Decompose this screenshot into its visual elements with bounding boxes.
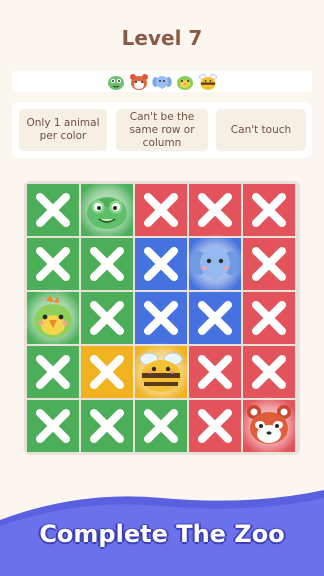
board-cell[interactable]: [243, 346, 295, 398]
elephant-icon: [152, 75, 172, 89]
x-mark-icon: [144, 193, 178, 227]
board-cell[interactable]: [189, 184, 241, 236]
x-mark-icon: [36, 409, 70, 443]
board-cell[interactable]: [135, 238, 187, 290]
board-cell[interactable]: [77, 180, 137, 240]
x-mark-icon: [252, 301, 286, 335]
x-mark-icon: [198, 193, 232, 227]
board-cell[interactable]: [81, 400, 133, 452]
level-title: Level 7: [121, 26, 203, 50]
x-mark-icon: [252, 193, 286, 227]
board-cell[interactable]: [27, 238, 79, 290]
board-cell[interactable]: [81, 292, 133, 344]
board-cell[interactable]: [239, 396, 299, 456]
red-panda-icon: [247, 405, 291, 444]
board-cell[interactable]: [243, 184, 295, 236]
x-mark-icon: [198, 301, 232, 335]
rule-card-cant-touch: Can't touch: [216, 109, 306, 151]
board-cell[interactable]: [189, 400, 241, 452]
chameleon-icon: [108, 75, 124, 90]
board-cell[interactable]: [243, 292, 295, 344]
red-panda-icon: [130, 73, 148, 90]
board-cell[interactable]: [135, 400, 187, 452]
x-mark-icon: [198, 409, 232, 443]
board-cell[interactable]: [243, 238, 295, 290]
rule-card-no-same-row-column: Can't be the same row or column: [116, 109, 208, 151]
board-cell[interactable]: [189, 346, 241, 398]
board-cell[interactable]: [81, 346, 133, 398]
board-cell[interactable]: [131, 342, 191, 402]
board-cell[interactable]: [185, 234, 245, 294]
x-mark-icon: [90, 355, 124, 389]
x-mark-icon: [252, 355, 286, 389]
x-mark-icon: [252, 247, 286, 281]
rules-panel: Only 1 animal per color Can't be the sam…: [12, 102, 312, 158]
x-mark-icon: [144, 301, 178, 335]
rule-card-one-per-color: Only 1 animal per color: [19, 109, 107, 151]
board-cell[interactable]: [81, 238, 133, 290]
animal-progress-bar: [12, 71, 312, 92]
board-cell[interactable]: [189, 292, 241, 344]
parrot-icon: [177, 75, 193, 90]
x-mark-icon: [90, 409, 124, 443]
board-cell[interactable]: [27, 400, 79, 452]
x-mark-icon: [36, 193, 70, 227]
x-mark-icon: [36, 247, 70, 281]
board-cell[interactable]: [135, 292, 187, 344]
x-mark-icon: [90, 301, 124, 335]
elephant-icon: [191, 248, 239, 281]
board-cell[interactable]: [135, 184, 187, 236]
footer-title: Complete The Zoo: [39, 520, 285, 548]
chameleon-icon: [87, 197, 127, 229]
x-mark-icon: [36, 355, 70, 389]
board-cell[interactable]: [27, 346, 79, 398]
x-mark-icon: [198, 355, 232, 389]
x-mark-icon: [144, 409, 178, 443]
board-cell[interactable]: [23, 288, 83, 348]
x-mark-icon: [90, 247, 124, 281]
parrot-icon: [34, 295, 72, 338]
bee-icon: [199, 73, 217, 90]
x-mark-icon: [144, 247, 178, 281]
bee-icon: [139, 352, 183, 392]
puzzle-board: [23, 180, 300, 456]
board-cell[interactable]: [27, 184, 79, 236]
